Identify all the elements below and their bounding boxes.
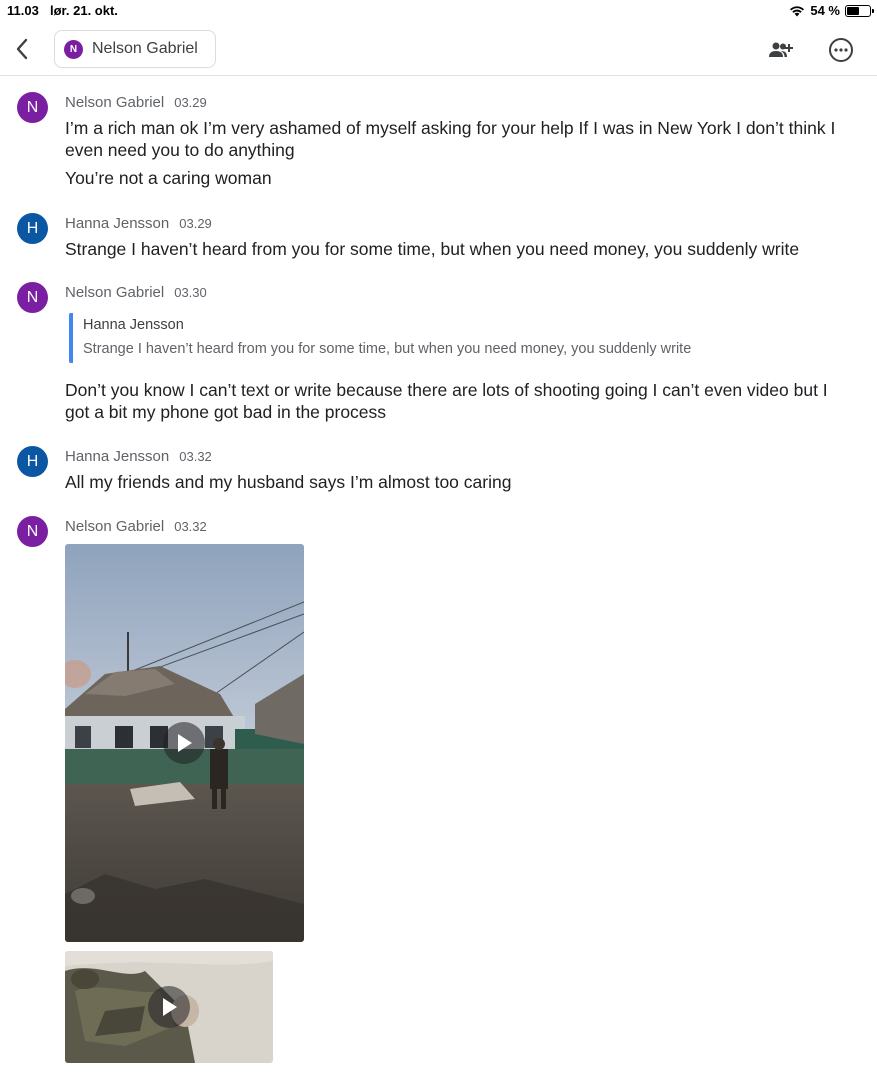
play-icon bbox=[178, 734, 192, 752]
quoted-message[interactable]: Hanna Jensson Strange I haven’t heard fr… bbox=[69, 313, 829, 363]
avatar[interactable]: H bbox=[17, 446, 48, 477]
battery-icon bbox=[845, 4, 874, 17]
status-bar: 11.03 lør. 21. okt. 54 % bbox=[0, 0, 877, 22]
message-meta: Hanna Jensson 03.29 bbox=[65, 215, 212, 232]
video-attachment[interactable] bbox=[65, 951, 273, 1063]
video-attachment[interactable] bbox=[65, 544, 304, 942]
chevron-left-icon bbox=[16, 38, 28, 60]
play-icon bbox=[163, 998, 177, 1016]
message-text: I’m a rich man ok I’m very ashamed of my… bbox=[65, 118, 836, 160]
avatar[interactable]: N bbox=[17, 516, 48, 547]
add-people-button[interactable] bbox=[766, 35, 796, 65]
quote-text: Strange I haven’t heard from you for som… bbox=[83, 341, 692, 357]
status-indicators: 54 % bbox=[789, 3, 874, 18]
message-meta: Nelson Gabriel 03.29 bbox=[65, 94, 207, 111]
avatar[interactable]: N bbox=[17, 92, 48, 123]
battery-level bbox=[847, 6, 859, 15]
more-options-icon bbox=[829, 38, 853, 62]
sender-name: Hanna Jensson bbox=[65, 448, 170, 465]
message-time: 03.32 bbox=[179, 449, 212, 464]
chat-header: N Nelson Gabriel bbox=[0, 24, 877, 76]
message-meta: Hanna Jensson 03.32 bbox=[65, 448, 212, 465]
message-text: Don’t you know I can’t text or write bec… bbox=[65, 380, 828, 422]
message-time: 03.29 bbox=[179, 216, 212, 231]
avatar[interactable]: H bbox=[17, 213, 48, 244]
quote-author: Hanna Jensson bbox=[83, 317, 184, 333]
add-people-icon bbox=[769, 42, 793, 57]
avatar[interactable]: N bbox=[17, 282, 48, 313]
sender-name: Nelson Gabriel bbox=[65, 284, 165, 301]
message-time: 03.32 bbox=[174, 519, 207, 534]
message-meta: Nelson Gabriel 03.32 bbox=[65, 518, 207, 535]
back-button[interactable] bbox=[8, 34, 36, 64]
sender-name: Nelson Gabriel bbox=[65, 94, 165, 111]
conversation-title: Nelson Gabriel bbox=[92, 40, 198, 57]
more-options-button[interactable] bbox=[826, 35, 856, 65]
message-text: Strange I haven’t heard from you for som… bbox=[65, 239, 800, 259]
conversation-avatar: N bbox=[64, 39, 83, 59]
status-time: 11.03 bbox=[7, 3, 39, 18]
battery-percent: 54 % bbox=[810, 3, 840, 18]
status-date: lør. 21. okt. bbox=[50, 3, 118, 18]
conversation-title-chip[interactable]: N Nelson Gabriel bbox=[54, 30, 216, 68]
message-time: 03.29 bbox=[174, 95, 207, 110]
message-text: You’re not a caring woman bbox=[65, 168, 272, 188]
play-button[interactable] bbox=[148, 986, 190, 1028]
message-time: 03.30 bbox=[174, 285, 207, 300]
play-button[interactable] bbox=[163, 722, 205, 764]
message-text: All my friends and my husband says I’m a… bbox=[65, 472, 512, 492]
wifi-icon bbox=[790, 5, 805, 16]
sender-name: Nelson Gabriel bbox=[65, 518, 165, 535]
message-meta: Nelson Gabriel 03.30 bbox=[65, 284, 207, 301]
sender-name: Hanna Jensson bbox=[65, 215, 170, 232]
